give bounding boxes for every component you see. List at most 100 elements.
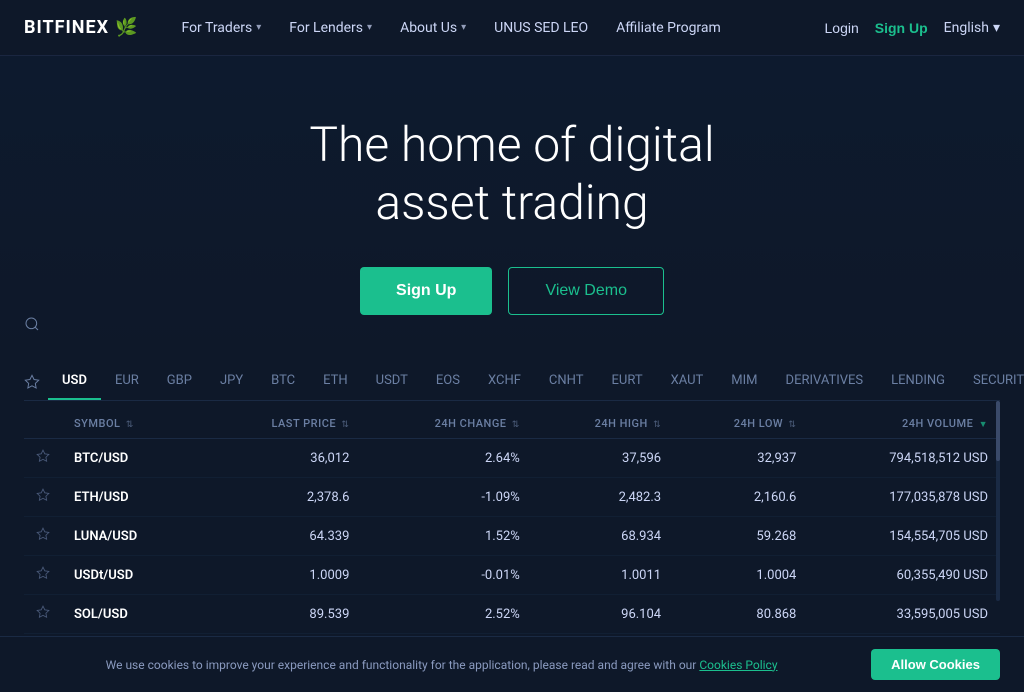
- market-tab-cnht[interactable]: CNHT: [535, 363, 598, 400]
- th-24h-change[interactable]: 24H CHANGE ⇅: [361, 409, 531, 439]
- td-low: 80.868: [673, 595, 808, 634]
- td-high: 96.104: [532, 595, 673, 634]
- cookie-policy-link[interactable]: Cookies Policy: [699, 658, 777, 672]
- nav-for-traders[interactable]: For Traders ▾: [169, 12, 273, 44]
- td-change: -1.09%: [361, 478, 531, 517]
- td-high: 37,596: [532, 439, 673, 478]
- td-high: 2,482.3: [532, 478, 673, 517]
- navbar: BITFINEX 🌿 For Traders ▾ For Lenders ▾ A…: [0, 0, 1024, 56]
- market-tab-mim[interactable]: MIM: [717, 363, 771, 400]
- brand-name: BITFINEX: [24, 17, 109, 38]
- hero-title: The home of digital asset trading: [20, 116, 1004, 231]
- th-24h-volume[interactable]: 24H VOLUME ▼: [808, 409, 1000, 439]
- hero-buttons: Sign Up View Demo: [20, 267, 1004, 315]
- market-tab-jpy[interactable]: JPY: [206, 363, 257, 400]
- star-icon: [24, 374, 40, 390]
- td-volume: 177,035,878 USD: [808, 478, 1000, 517]
- logo[interactable]: BITFINEX 🌿: [24, 17, 137, 38]
- th-last-price[interactable]: LAST PRICE ⇅: [202, 409, 361, 439]
- td-symbol[interactable]: SOL/USD: [62, 595, 202, 634]
- td-last-price: 36,012: [202, 439, 361, 478]
- favorite-cell[interactable]: [24, 556, 62, 595]
- td-volume: 33,595,005 USD: [808, 595, 1000, 634]
- star-tab-icon[interactable]: [24, 364, 40, 400]
- td-last-price: 89.539: [202, 595, 361, 634]
- td-symbol[interactable]: BTC/USD: [62, 439, 202, 478]
- market-tab-derivatives[interactable]: DERIVATIVES: [772, 363, 878, 400]
- td-symbol[interactable]: USDt/USD: [62, 556, 202, 595]
- table-row: BTC/USD 36,012 2.64% 37,596 32,937 794,5…: [24, 439, 1000, 478]
- hero-signup-button[interactable]: Sign Up: [360, 267, 492, 315]
- star-icon: [36, 566, 50, 580]
- sort-icon: ⇅: [341, 420, 349, 430]
- favorite-cell[interactable]: [24, 595, 62, 634]
- favorite-cell[interactable]: [24, 517, 62, 556]
- td-change: -0.01%: [361, 556, 531, 595]
- signup-nav-button[interactable]: Sign Up: [875, 20, 928, 36]
- favorite-cell[interactable]: [24, 478, 62, 517]
- market-tab-eurt[interactable]: EURT: [598, 363, 657, 400]
- td-symbol[interactable]: LUNA/USD: [62, 517, 202, 556]
- market-table: SYMBOL ⇅ LAST PRICE ⇅ 24H CHANGE ⇅ 24H H…: [24, 409, 1000, 661]
- cookie-banner: We use cookies to improve your experienc…: [0, 636, 1024, 692]
- sort-icon: ⇅: [653, 420, 661, 430]
- search-icon: [24, 316, 40, 332]
- sort-icon: ⇅: [788, 420, 796, 430]
- market-tab-xchf[interactable]: XCHF: [474, 363, 535, 400]
- th-symbol[interactable]: SYMBOL ⇅: [62, 409, 202, 439]
- leaf-icon: 🌿: [115, 17, 137, 38]
- login-button[interactable]: Login: [825, 20, 859, 36]
- td-change: 2.64%: [361, 439, 531, 478]
- market-tab-usd[interactable]: USD: [48, 363, 101, 400]
- hero-demo-button[interactable]: View Demo: [508, 267, 664, 315]
- td-high: 1.0011: [532, 556, 673, 595]
- market-table-container: SYMBOL ⇅ LAST PRICE ⇅ 24H CHANGE ⇅ 24H H…: [24, 401, 1000, 661]
- nav-right: Login Sign Up English ▾: [825, 20, 1000, 36]
- td-last-price: 64.339: [202, 517, 361, 556]
- td-volume: 60,355,490 USD: [808, 556, 1000, 595]
- th-favorite: [24, 409, 62, 439]
- market-tab-btc[interactable]: BTC: [257, 363, 309, 400]
- td-last-price: 1.0009: [202, 556, 361, 595]
- td-last-price: 2,378.6: [202, 478, 361, 517]
- td-symbol[interactable]: ETH/USD: [62, 478, 202, 517]
- language-selector[interactable]: English ▾: [944, 20, 1000, 36]
- market-tabs: USDEURGBPJPYBTCETHUSDTEOSXCHFCNHTEURTXAU…: [48, 363, 1024, 400]
- cookie-text: We use cookies to improve your experienc…: [24, 658, 859, 672]
- market-tab-eur[interactable]: EUR: [101, 363, 153, 400]
- allow-cookies-button[interactable]: Allow Cookies: [871, 649, 1000, 680]
- market-tab-lending[interactable]: LENDING: [877, 363, 959, 400]
- sort-icon: ▼: [979, 419, 988, 430]
- market-section: USDEURGBPJPYBTCETHUSDTEOSXCHFCNHTEURTXAU…: [0, 363, 1024, 661]
- market-tab-usdt[interactable]: USDT: [362, 363, 422, 400]
- search-tab-icon[interactable]: [24, 316, 40, 336]
- scrollbar[interactable]: [996, 401, 1000, 601]
- chevron-down-icon: ▾: [256, 22, 261, 33]
- market-tab-xaut[interactable]: XAUT: [657, 363, 718, 400]
- market-tab-eth[interactable]: ETH: [309, 363, 362, 400]
- star-icon: [36, 449, 50, 463]
- table-row: LUNA/USD 64.339 1.52% 68.934 59.268 154,…: [24, 517, 1000, 556]
- favorite-cell[interactable]: [24, 439, 62, 478]
- nav-unus-sed-leo[interactable]: UNUS SED LEO: [482, 12, 600, 44]
- th-24h-low[interactable]: 24H LOW ⇅: [673, 409, 808, 439]
- td-low: 32,937: [673, 439, 808, 478]
- nav-links: For Traders ▾ For Lenders ▾ About Us ▾ U…: [169, 12, 824, 44]
- market-tab-securities[interactable]: SECURITIES: [959, 363, 1024, 400]
- td-low: 2,160.6: [673, 478, 808, 517]
- nav-for-lenders[interactable]: For Lenders ▾: [277, 12, 384, 44]
- chevron-down-icon: ▾: [461, 22, 466, 33]
- nav-affiliate[interactable]: Affiliate Program: [604, 12, 733, 44]
- market-tab-gbp[interactable]: GBP: [153, 363, 206, 400]
- th-24h-high[interactable]: 24H HIGH ⇅: [532, 409, 673, 439]
- market-tabs-row: USDEURGBPJPYBTCETHUSDTEOSXCHFCNHTEURTXAU…: [24, 363, 1000, 401]
- td-low: 1.0004: [673, 556, 808, 595]
- table-row: SOL/USD 89.539 2.52% 96.104 80.868 33,59…: [24, 595, 1000, 634]
- market-tab-eos[interactable]: EOS: [422, 363, 474, 400]
- nav-about-us[interactable]: About Us ▾: [388, 12, 478, 44]
- td-low: 59.268: [673, 517, 808, 556]
- sort-icon: ⇅: [126, 420, 134, 430]
- table-row: ETH/USD 2,378.6 -1.09% 2,482.3 2,160.6 1…: [24, 478, 1000, 517]
- market-table-body: BTC/USD 36,012 2.64% 37,596 32,937 794,5…: [24, 439, 1000, 662]
- td-change: 1.52%: [361, 517, 531, 556]
